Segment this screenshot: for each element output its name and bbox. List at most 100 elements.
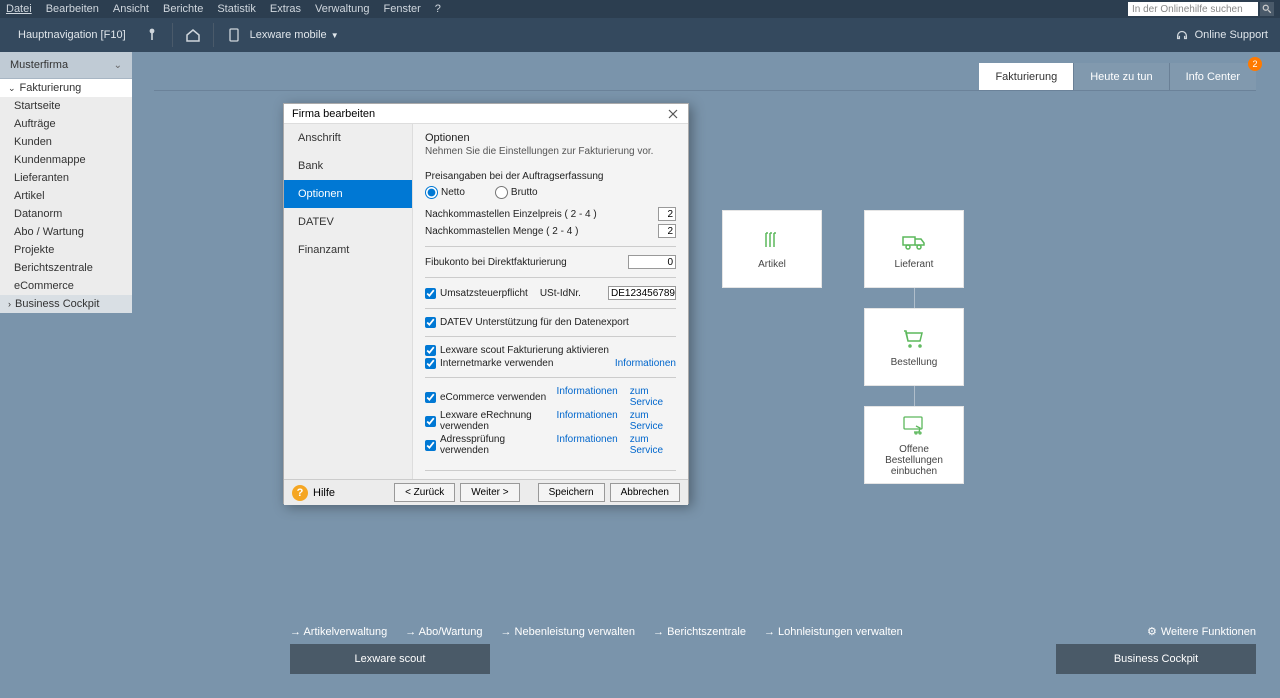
firma-bearbeiten-dialog: Firma bearbeiten Anschrift Bank Optionen… [283,103,689,504]
close-button[interactable] [666,107,680,121]
home-icon[interactable] [183,25,203,45]
sidebar-item-startseite[interactable]: Startseite [0,97,132,115]
erechnung-checkbox[interactable] [425,416,436,427]
fl-artikelverwaltung[interactable]: → Artikelverwaltung [290,626,387,638]
menu-fenster[interactable]: Fenster [383,3,420,15]
main-nav-label[interactable]: Hauptnavigation [F10] [8,29,136,41]
tile-bestellung[interactable]: Bestellung [864,308,964,386]
adress-label: Adressprüfung verwenden [440,434,547,456]
sidebar-item-auftraege[interactable]: Aufträge [0,115,132,133]
footer-links: → Artikelverwaltung → Abo/Wartung → Nebe… [290,625,1256,638]
nk-einzel-input[interactable] [658,207,676,221]
tile-offene-bestellungen[interactable]: Offene Bestellungen einbuchen [864,406,964,484]
fl-nebenleistung[interactable]: → Nebenleistung verwalten [500,626,635,638]
chevron-right-icon: › [8,299,11,309]
business-cockpit-button[interactable]: Business Cockpit [1056,644,1256,674]
sidebar: Musterfirma ⌄ ⌄Fakturierung Startseite A… [0,52,132,698]
sidebar-group-business-cockpit[interactable]: ›Business Cockpit [0,295,132,313]
scout-checkbox[interactable] [425,345,436,356]
mobile-icon[interactable] [224,25,244,45]
tile-lieferant[interactable]: Lieferant [864,210,964,288]
menu-ansicht[interactable]: Ansicht [113,3,149,15]
fl-lohnleistungen[interactable]: → Lohnleistungen verwalten [764,626,903,638]
tab-info-center[interactable]: Info Center 2 [1169,63,1256,91]
save-button[interactable]: Speichern [538,483,605,502]
company-header[interactable]: Musterfirma ⌄ [0,52,132,79]
help-icon: ? [292,485,308,501]
fl-abo-wartung[interactable]: → Abo/Wartung [405,626,482,638]
scout-label: Lexware scout Fakturierung aktivieren [440,345,609,356]
erechnung-service-link[interactable]: zum Service [630,410,676,432]
sidebar-item-ecommerce[interactable]: eCommerce [0,277,132,295]
price-section-label: Preisangaben bei der Auftragserfassung [425,171,676,182]
dlg-side-optionen[interactable]: Optionen [284,180,412,208]
cancel-button[interactable]: Abbrechen [610,483,680,502]
gear-icon: ⚙ [1147,626,1157,638]
adress-service-link[interactable]: zum Service [630,434,676,456]
sidebar-item-berichtszentrale[interactable]: Berichtszentrale [0,259,132,277]
erechnung-label: Lexware eRechnung verwenden [440,410,547,432]
dlg-side-anschrift[interactable]: Anschrift [284,124,412,152]
ecommerce-checkbox[interactable] [425,392,436,403]
menu-berichte[interactable]: Berichte [163,3,203,15]
sidebar-item-lieferanten[interactable]: Lieferanten [0,169,132,187]
dlg-side-bank[interactable]: Bank [284,152,412,180]
pin-icon[interactable] [142,25,162,45]
sidebar-group-fakturierung[interactable]: ⌄Fakturierung [0,79,132,97]
fl-weitere-funktionen[interactable]: ⚙Weitere Funktionen [1147,625,1256,638]
menubar: Datei Bearbeiten Ansicht Berichte Statis… [0,0,1280,18]
dlg-side-finanzamt[interactable]: Finanzamt [284,236,412,264]
menu-bearbeiten[interactable]: Bearbeiten [46,3,99,15]
sidebar-item-kundenmappe[interactable]: Kundenmappe [0,151,132,169]
fl-berichtszentrale[interactable]: → Berichtszentrale [653,626,746,638]
tab-fakturierung[interactable]: Fakturierung [979,63,1073,91]
ecommerce-info-link[interactable]: Informationen [557,386,618,408]
datev-checkbox[interactable] [425,317,436,328]
back-button[interactable]: < Zurück [394,483,455,502]
sidebar-item-kunden[interactable]: Kunden [0,133,132,151]
tile-artikel[interactable]: Artikel [722,210,822,288]
sidebar-item-projekte[interactable]: Projekte [0,241,132,259]
radio-brutto[interactable]: Brutto [495,186,538,199]
erechnung-info-link[interactable]: Informationen [557,410,618,432]
menu-statistik[interactable]: Statistik [217,3,256,15]
adress-info-link[interactable]: Informationen [557,434,618,456]
dlg-side-datev[interactable]: DATEV [284,208,412,236]
chevron-down-icon: ⌄ [114,60,122,71]
help-button[interactable]: ? Hilfe [292,485,335,501]
cart-icon [902,327,926,351]
sidebar-item-artikel[interactable]: Artikel [0,187,132,205]
sidebar-item-abo-wartung[interactable]: Abo / Wartung [0,223,132,241]
nk-einzel-label: Nachkommastellen Einzelpreis ( 2 - 4 ) [425,209,658,220]
radio-netto[interactable]: Netto [425,186,465,199]
screen-cart-icon [901,414,927,438]
menu-help[interactable]: ? [435,3,441,15]
internetmarke-info-link[interactable]: Informationen [615,358,676,369]
truck-icon [901,229,927,253]
online-support-button[interactable]: Online Support [1175,28,1280,42]
fibu-input[interactable] [628,255,676,269]
close-icon [668,109,678,119]
menu-datei[interactable]: Datei [6,3,32,15]
chevron-down-icon: ⌄ [8,83,16,94]
internetmarke-checkbox[interactable] [425,358,436,369]
sidebar-item-datanorm[interactable]: Datanorm [0,205,132,223]
next-button[interactable]: Weiter > [460,483,519,502]
internetmarke-label: Internetmarke verwenden [440,358,553,369]
ecommerce-label: eCommerce verwenden [440,392,546,403]
tab-heute-zu-tun[interactable]: Heute zu tun [1073,63,1168,91]
adress-checkbox[interactable] [425,440,436,451]
search-help-button[interactable] [1260,2,1274,16]
menu-extras[interactable]: Extras [270,3,301,15]
ust-chk-label: Umsatzsteuerpflicht [440,288,528,299]
menu-verwaltung[interactable]: Verwaltung [315,3,369,15]
lexware-scout-button[interactable]: Lexware scout [290,644,490,674]
ust-id-input[interactable] [608,286,676,300]
mobile-label[interactable]: Lexware mobile [250,29,327,41]
search-help-input[interactable]: In der Onlinehilfe suchen [1128,2,1258,16]
ust-checkbox[interactable] [425,288,436,299]
ecommerce-service-link[interactable]: zum Service [630,386,676,408]
nk-menge-input[interactable] [658,224,676,238]
datev-label: DATEV Unterstützung für den Datenexport [440,317,629,328]
tools-icon [760,229,784,253]
